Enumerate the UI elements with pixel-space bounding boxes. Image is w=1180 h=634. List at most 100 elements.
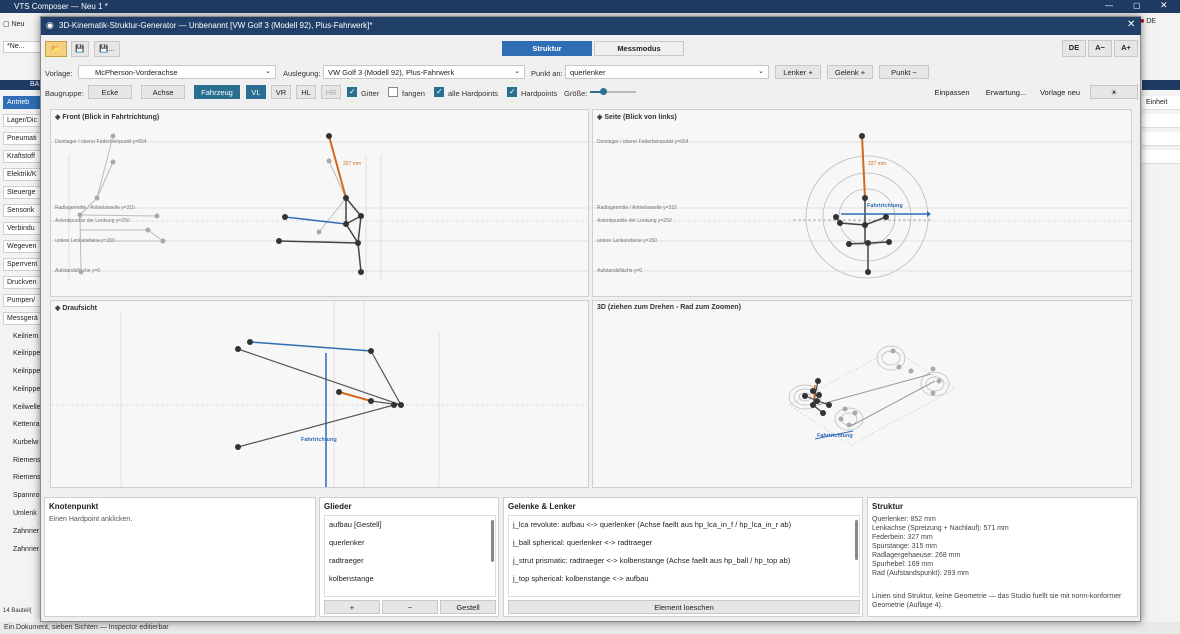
left-tab-item[interactable]: Kraftstoff [3, 150, 41, 163]
font-increase-button[interactable]: A+ [1114, 40, 1138, 57]
list-item[interactable]: radtraeger [329, 556, 364, 565]
corner-vr-button[interactable]: VR [271, 85, 291, 99]
front-ghost-nodes [77, 133, 332, 275]
list-item[interactable]: aufbau [Gestell] [329, 520, 382, 529]
left-tab-item[interactable]: Wegeven [3, 240, 41, 253]
doc-tab[interactable]: *Ne... [3, 41, 41, 53]
list-item[interactable]: j_lca revolute: aufbau <-> querlenker (A… [513, 520, 791, 529]
list-item[interactable]: j_strut prismatic: radtraeger <-> kolben… [513, 556, 790, 565]
groesse-label: Größe: [564, 89, 588, 98]
erwartung-button[interactable]: Erwartung... [981, 85, 1031, 99]
right-header [1142, 80, 1180, 90]
fangen-checkbox[interactable] [388, 87, 398, 97]
new-doc-button[interactable]: ▢ Neu [0, 18, 40, 31]
save-button[interactable]: 💾 [71, 41, 89, 57]
gelenk-add-button[interactable]: Gelenk + [827, 65, 873, 79]
groesse-slider-handle[interactable] [600, 88, 607, 95]
side-view-panel[interactable]: ◈ Seite (Blick von links) Domlager / obe… [592, 109, 1133, 298]
punkt-remove-button[interactable]: Punkt − [879, 65, 929, 79]
font-decrease-button[interactable]: A− [1088, 40, 1112, 57]
minimize-icon[interactable]: — [1105, 1, 1113, 10]
close-icon[interactable]: ✕ [1160, 0, 1168, 11]
glieder-remove-button[interactable]: − [382, 600, 438, 614]
new-doc-label: Neu [11, 21, 25, 28]
glieder-add-button[interactable]: + [324, 600, 380, 614]
left-tab-item[interactable]: Sperrvent [3, 258, 41, 271]
auslegung-select[interactable]: VW Golf 3 (Modell 92), Plus-Fahrwerk ⌄ [323, 65, 525, 79]
language-button[interactable]: DE [1062, 40, 1086, 57]
left-tab-item[interactable]: Pneumati [3, 132, 41, 145]
struktur-note: Linien sind Struktur, keine Geometrie — … [872, 593, 1122, 609]
mode-struktur-tab[interactable]: Struktur [502, 41, 592, 56]
save-as-button[interactable]: 💾... [94, 41, 120, 57]
arrow-head-icon [927, 211, 931, 217]
save-as-icon: 💾 [99, 44, 109, 53]
window-close-icon[interactable]: ✕ [1127, 19, 1135, 30]
3d-view-canvas[interactable]: Fahrtrichtung [593, 301, 1133, 489]
side-level-label: Aufstandsfläche y=0 [597, 268, 642, 274]
side-view-canvas[interactable]: Domlager / oberer Federbeinpunkt y=654 R… [593, 110, 1133, 298]
groesse-slider[interactable] [590, 88, 636, 95]
open-folder-button[interactable]: 📂 [45, 41, 67, 57]
corner-hr-button[interactable]: HR [321, 85, 341, 99]
list-item[interactable]: kolbenstange [329, 574, 374, 583]
save-as-label: ... [108, 44, 115, 53]
lenker-add-button[interactable]: Lenker + [775, 65, 821, 79]
knotenpunkt-panel: Knotenpunkt Einen Hardpoint anklicken. [44, 497, 316, 617]
right-item-blank-2[interactable] [1142, 132, 1180, 146]
theme-toggle-button[interactable]: ☀ [1090, 85, 1138, 99]
left-tab-item[interactable]: Sensorik [3, 204, 41, 217]
left-tab-item[interactable]: Elektrik/K [3, 168, 41, 181]
baugruppe-achse-button[interactable]: Achse [141, 85, 185, 99]
left-count: 14 Bauteil( [3, 608, 32, 614]
punkt-an-select[interactable]: querlenker ⌄ [565, 65, 769, 79]
left-tab-item[interactable]: Steuerge [3, 186, 41, 199]
maximize-icon[interactable]: ▢ [1133, 1, 1141, 10]
left-tab-item[interactable]: Verbindu [3, 222, 41, 235]
front-view-canvas[interactable]: Domlager / oberer Federbeinpunkt y=654 R… [51, 110, 590, 298]
top-view-panel[interactable]: ◈ Draufsicht Fahrtrichtung [50, 300, 590, 489]
corner-vl-button[interactable]: VL [246, 85, 266, 99]
baugruppe-ecke-button[interactable]: Ecke [88, 85, 132, 99]
alle-hardpoints-checkbox[interactable] [434, 87, 444, 97]
left-tab-item[interactable]: Lager/Dic [3, 114, 41, 127]
vorlage-label: Vorlage: [45, 69, 73, 78]
3d-view-panel[interactable]: 3D (ziehen zum Drehen - Rad zum Zoomen) [592, 300, 1132, 488]
right-item-einheit[interactable]: Einheit [1142, 96, 1180, 110]
vorlage-neu-button[interactable]: Vorlage neu [1035, 85, 1085, 99]
struktur-title: Struktur [872, 502, 904, 511]
left-tab-item[interactable]: Pumpen/ [3, 294, 41, 307]
mode-messmodus-tab[interactable]: Messmodus [594, 41, 684, 56]
front-tie-rod [284, 216, 347, 225]
left-tab-item[interactable]: Druckven [3, 276, 41, 289]
corner-hl-button[interactable]: HL [296, 85, 316, 99]
gelenke-list[interactable]: j_lca revolute: aufbau <-> querlenker (A… [508, 515, 860, 597]
right-item-blank-3[interactable] [1142, 150, 1180, 164]
einpassen-button[interactable]: Einpassen [929, 85, 975, 99]
top-linkage [237, 348, 402, 448]
gelenke-scrollbar[interactable] [855, 520, 858, 560]
outer-lang[interactable]: ■ DE [1140, 18, 1156, 25]
glieder-list[interactable]: aufbau [Gestell] querlenker radtraeger k… [324, 515, 496, 597]
gitter-checkbox[interactable] [347, 87, 357, 97]
vorlage-value: McPherson-Vorderachse [95, 68, 178, 77]
element-delete-button[interactable]: Element loeschen [508, 600, 860, 614]
left-tab-item[interactable]: Messgerä [3, 312, 41, 325]
right-item-blank-1[interactable] [1142, 114, 1180, 128]
glieder-scrollbar[interactable] [491, 520, 494, 562]
list-item[interactable]: querlenker [329, 538, 364, 547]
list-item[interactable]: j_top spherical: kolbenstange <-> aufbau [513, 574, 649, 583]
glieder-gestell-button[interactable]: Gestell [440, 600, 496, 614]
hardpoints-label: Hardpoints [521, 89, 558, 98]
vorlage-select[interactable]: McPherson-Vorderachse ⌄ [78, 65, 276, 79]
chevron-down-icon: ⌄ [265, 68, 271, 75]
list-item[interactable]: j_ball spherical: querlenker <-> radtrae… [513, 538, 652, 547]
front-view-panel[interactable]: ◈ Front (Blick in Fahrtrichtung) Domlage… [50, 109, 590, 298]
knotenpunkt-hint: Einen Hardpoint anklicken. [49, 516, 133, 523]
status-bar: Ein Dokument, sieben Sichten — Inspector… [0, 622, 1180, 634]
struktur-panel: Struktur Querlenker: 852 mm Lenkachse (S… [867, 497, 1138, 617]
top-view-canvas[interactable]: Fahrtrichtung [51, 301, 590, 489]
left-tab-item[interactable]: Antrieb [3, 96, 41, 109]
hardpoints-checkbox[interactable] [507, 87, 517, 97]
baugruppe-fahrzeug-button[interactable]: Fahrzeug [194, 85, 240, 99]
